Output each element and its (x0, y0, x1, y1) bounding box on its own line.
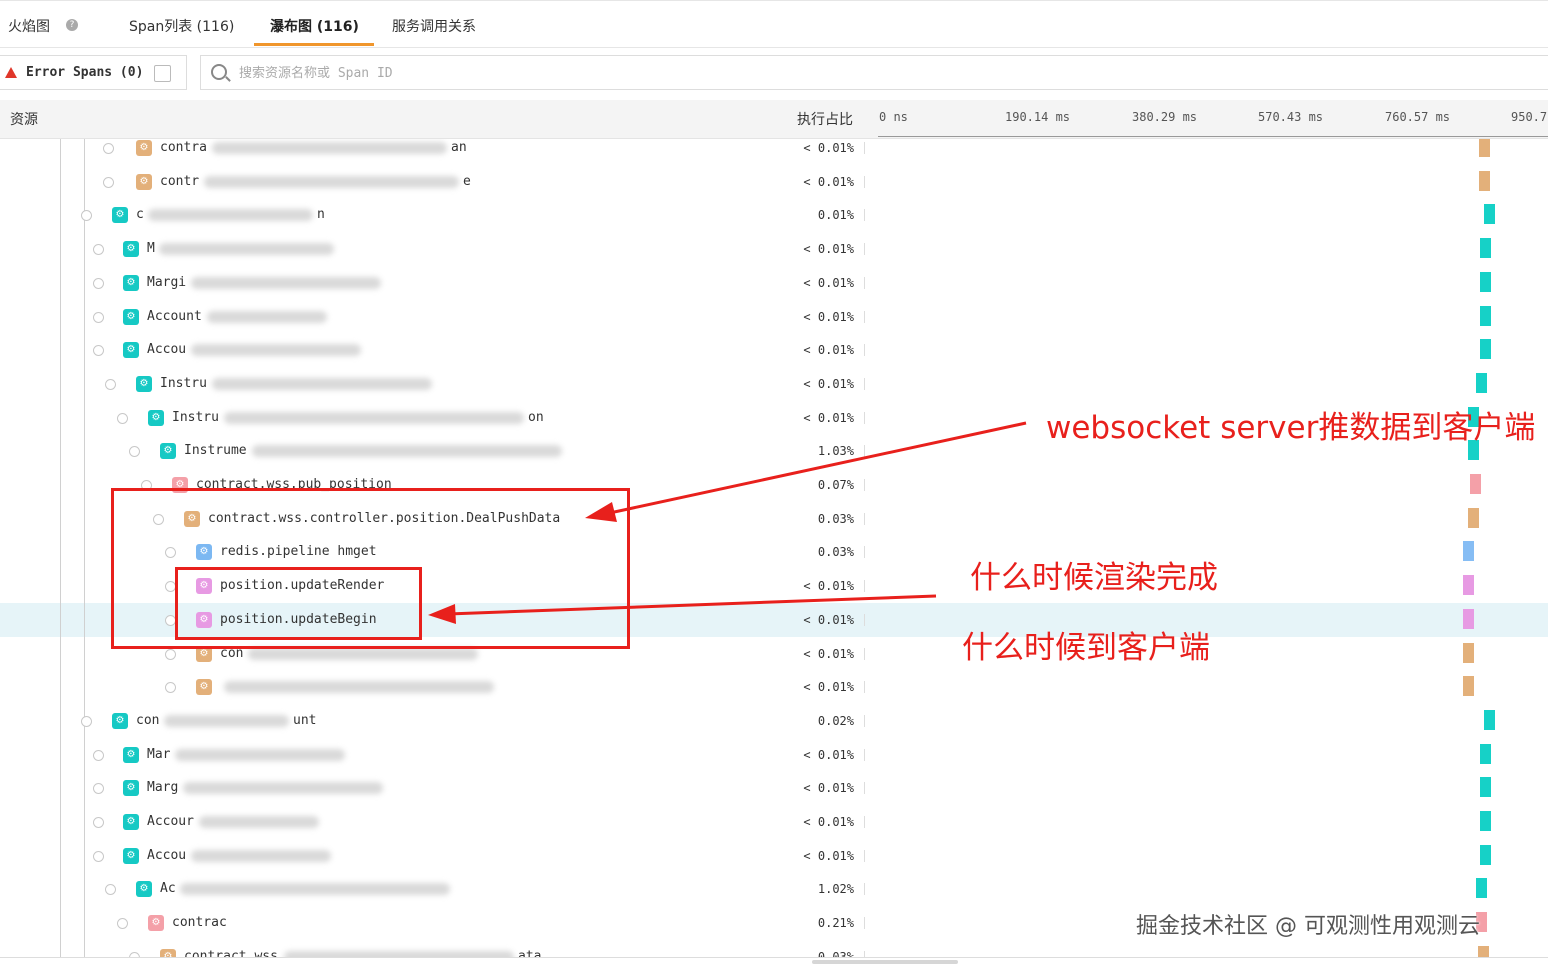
annotation-arrive: 什么时候到客户端 (962, 630, 1210, 666)
arrow-push (585, 421, 1027, 522)
bottom-divider (0, 957, 1548, 958)
annotation-arrows (428, 421, 1027, 624)
watermark: 掘金技术社区 @ 可观测性用观测云 (1136, 914, 1480, 939)
arrow-arrive (428, 594, 937, 624)
annotation-push: websocket server推数据到客户端 (1046, 410, 1536, 446)
horizontal-scrollbar[interactable] (812, 960, 958, 964)
annotation-render-done: 什么时候渲染完成 (970, 560, 1218, 596)
